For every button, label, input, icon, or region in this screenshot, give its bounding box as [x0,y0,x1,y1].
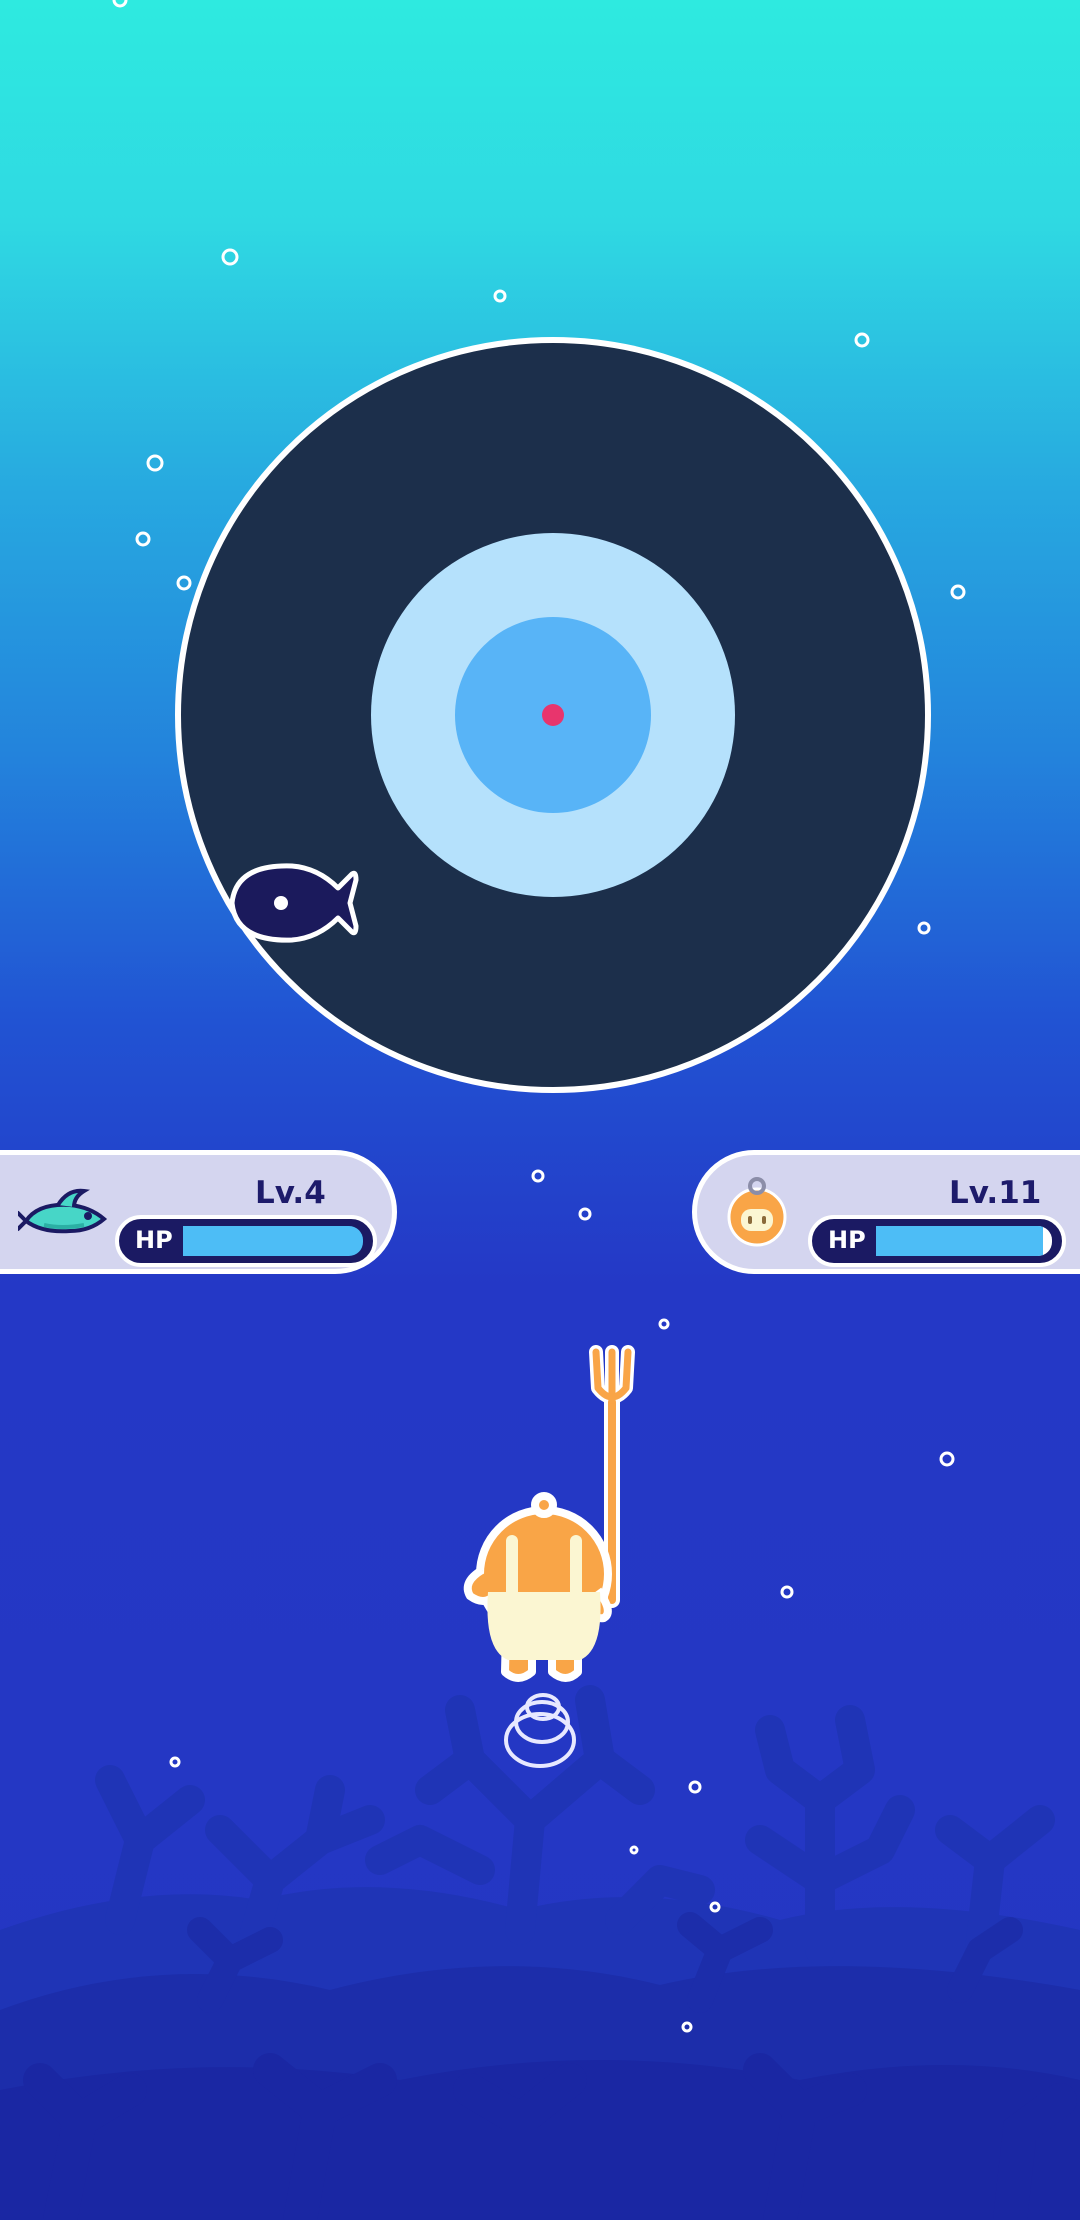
exhaled-bubbles [504,1693,576,1768]
diver-character [463,1345,635,1768]
underwater-scene: Lv.4 HP Lv.11 HP [0,0,1080,2220]
